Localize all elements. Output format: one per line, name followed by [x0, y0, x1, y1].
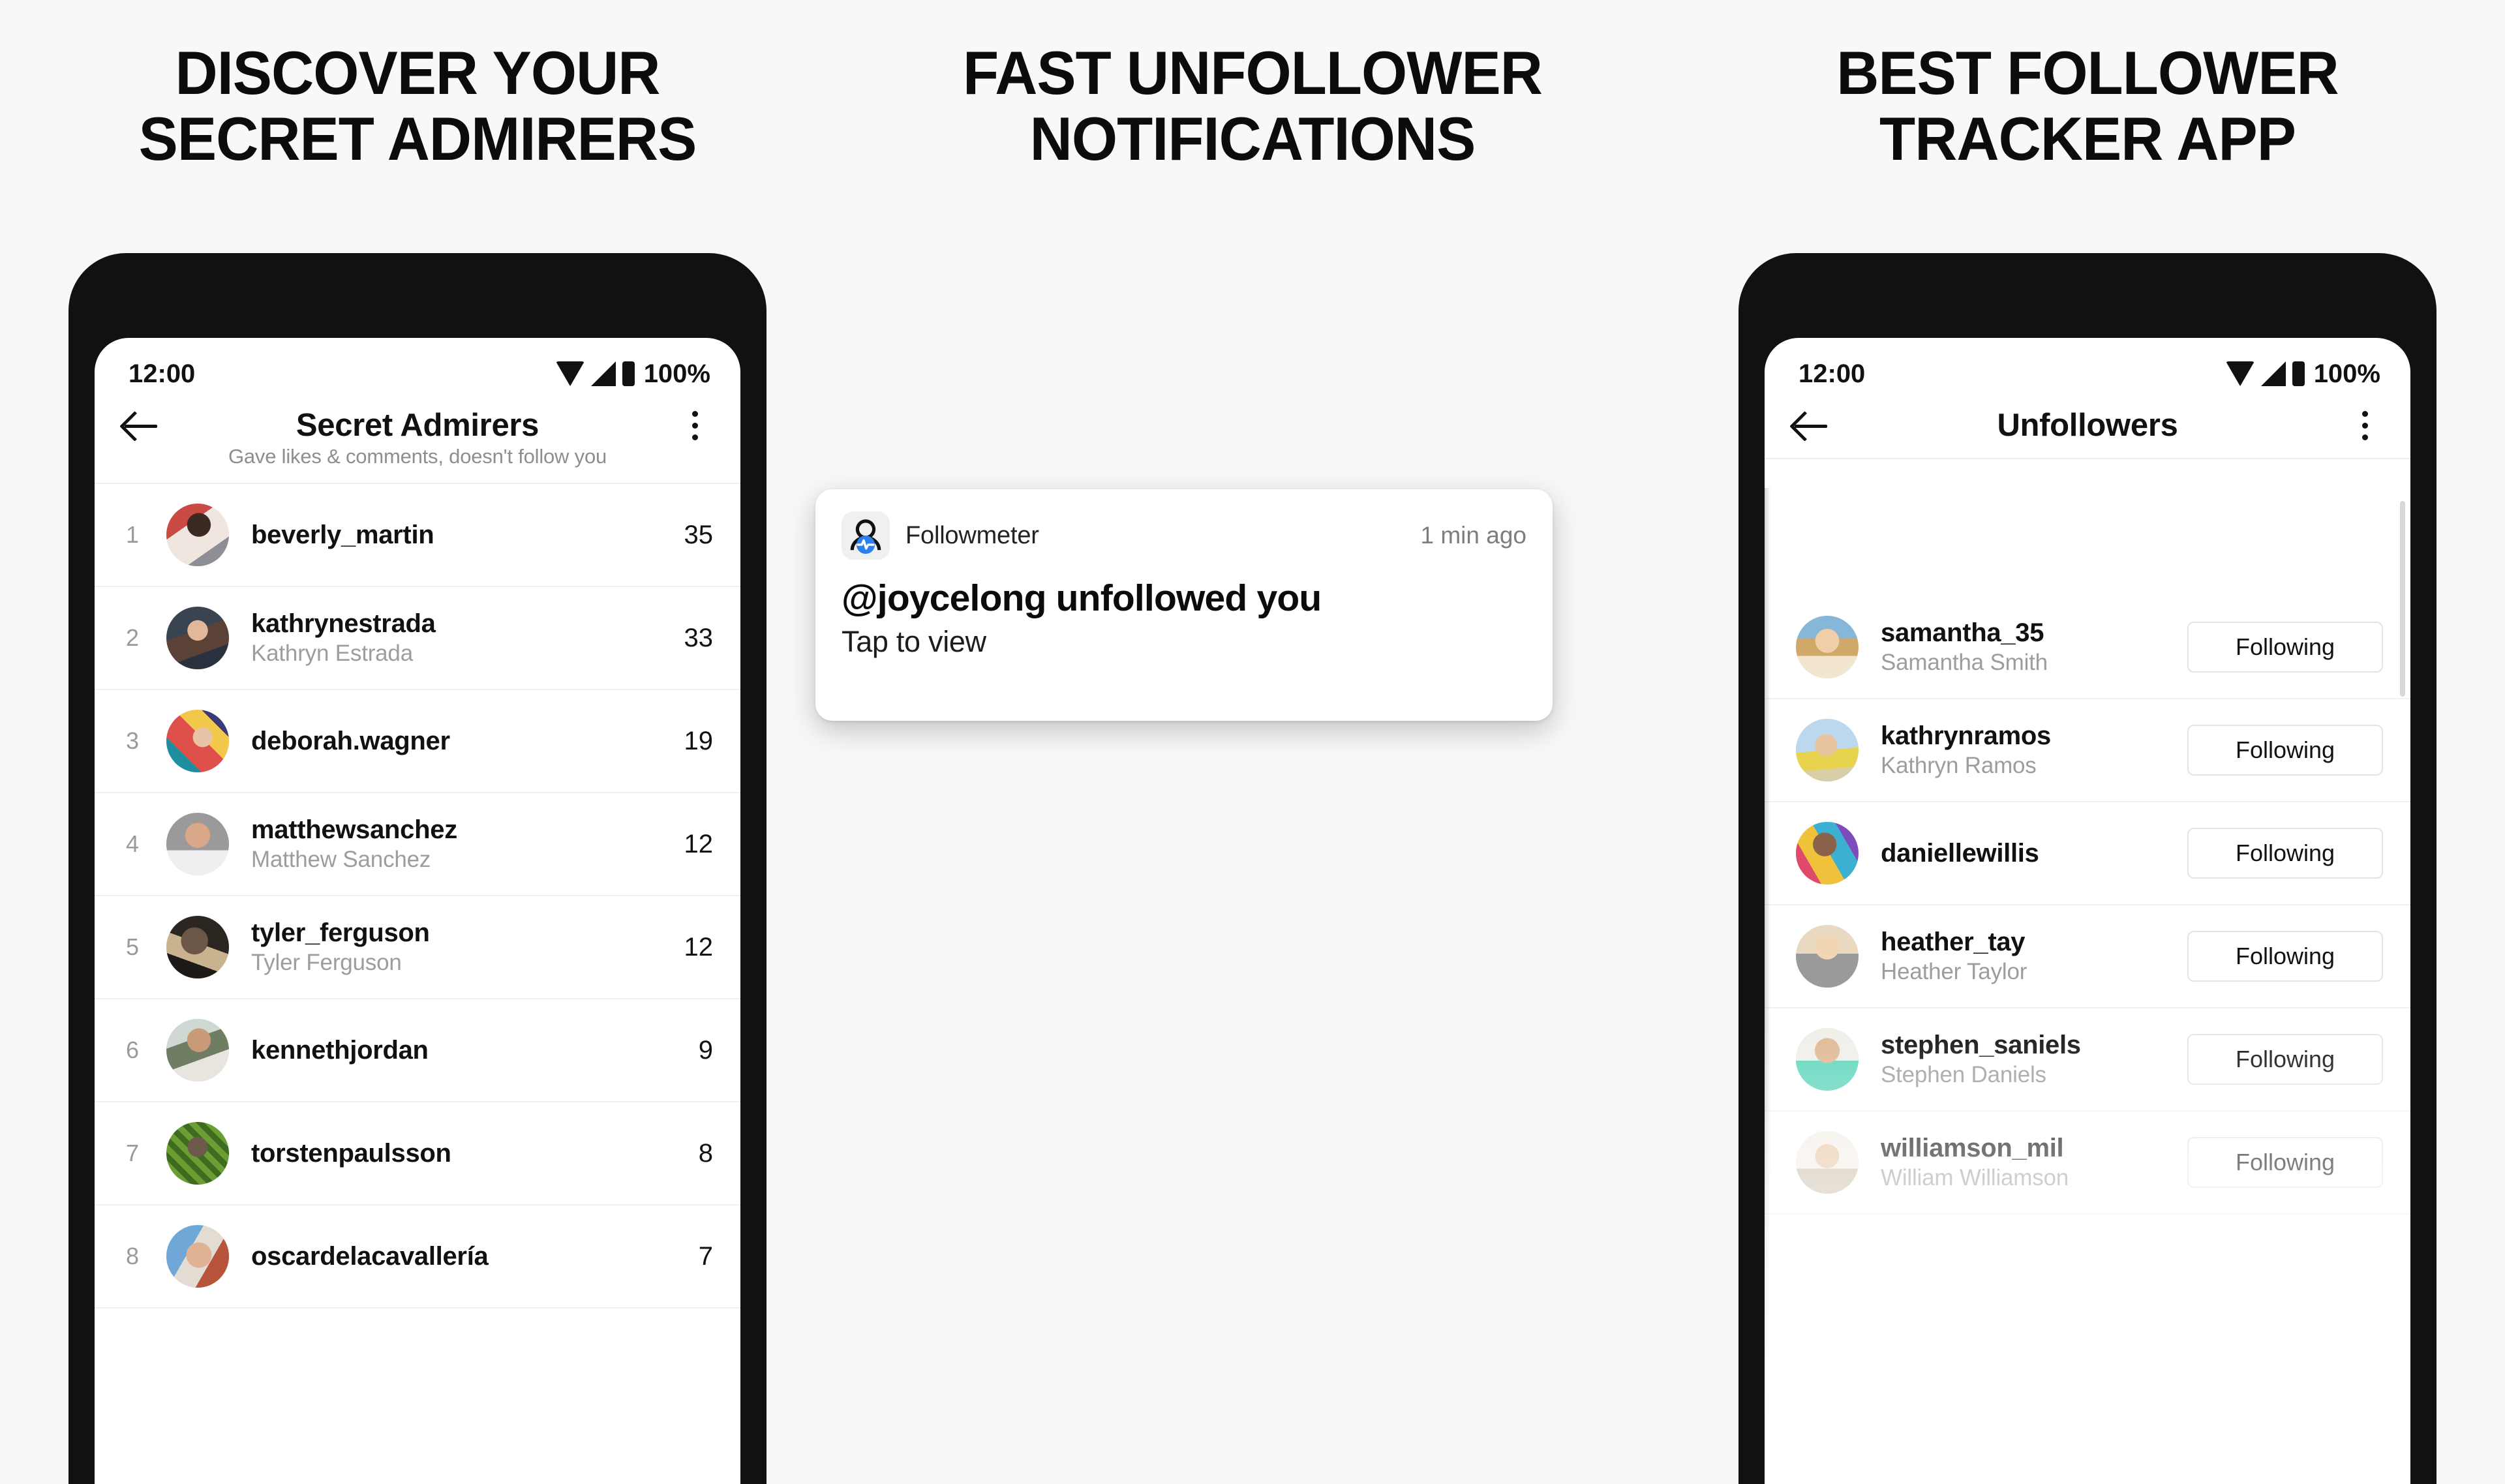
- interaction-count: 12: [684, 829, 714, 858]
- rank-number: 6: [126, 1037, 140, 1063]
- headline-panel-2: FAST UNFOLLOWER NOTIFICATIONS: [852, 40, 1654, 172]
- name-block: matthewsanchez Matthew Sanchez: [251, 815, 667, 873]
- wifi-icon: [555, 361, 584, 386]
- interaction-count: 9: [698, 1035, 713, 1065]
- panel-unfollowers: FAST UNFOLLOWER NOTIFICATIONS 12:00 100%: [815, 0, 2437, 1484]
- page-title: Secret Admirers: [296, 408, 539, 443]
- name-block: torstenpaulsson: [251, 1139, 667, 1168]
- table-row[interactable]: 7 torstenpaulsson 8: [95, 1102, 740, 1205]
- name-block: beverly_martin: [251, 521, 667, 550]
- username: deborah.wagner: [251, 726, 450, 755]
- headline-line-2: SECRET ADMIRERS: [138, 104, 697, 173]
- avatar: [166, 1122, 229, 1185]
- panel-secret-admirers: DISCOVER YOUR SECRET ADMIRERS 12:00 100%: [0, 0, 835, 1484]
- avatar: [166, 504, 229, 566]
- username: tyler_ferguson: [251, 918, 430, 947]
- name-block: kathrynestrada Kathryn Estrada: [251, 609, 667, 667]
- headline-panel-1: DISCOVER YOUR SECRET ADMIRERS: [17, 40, 819, 172]
- panel-follower-tracker: BEST FOLLOWER TRACKER APP 12:00: [1670, 0, 2505, 1484]
- notification-title: @joycelong unfollowed you: [842, 577, 1322, 619]
- notification-app-name: Followmeter: [905, 521, 1039, 549]
- headline-line-2: NOTIFICATIONS: [1029, 104, 1476, 173]
- username: kennethjordan: [251, 1035, 429, 1065]
- notification-subtitle: Tap to view: [842, 625, 986, 658]
- avatar: [166, 607, 229, 669]
- notification-header: Followmeter 1 min ago: [842, 511, 1526, 560]
- table-row[interactable]: 2 kathrynestrada Kathryn Estrada 33: [95, 587, 740, 690]
- table-row[interactable]: 8 oscardelacavallería 7: [95, 1205, 740, 1309]
- headline-panel-3: BEST FOLLOWER TRACKER APP: [1687, 40, 2489, 172]
- headline-line-1: DISCOVER YOUR: [175, 38, 660, 107]
- name-block: tyler_ferguson Tyler Ferguson: [251, 918, 667, 976]
- rank-number: 1: [126, 521, 140, 548]
- avatar: [166, 916, 229, 978]
- scrollbar[interactable]: [2400, 501, 2405, 697]
- fullname: Tyler Ferguson: [251, 950, 402, 975]
- username: beverly_martin: [251, 520, 434, 549]
- marketing-screenshot-stage: DISCOVER YOUR SECRET ADMIRERS 12:00 100%: [0, 0, 2505, 1484]
- avatar: [166, 1225, 229, 1288]
- status-bar-1: 12:00 100%: [95, 338, 740, 401]
- followmeter-app-icon: [842, 511, 890, 560]
- table-row[interactable]: 1 beverly_martin 35: [95, 484, 740, 587]
- rank-number: 3: [126, 727, 140, 754]
- username: torstenpaulsson: [251, 1138, 451, 1168]
- status-icons: 100%: [555, 359, 710, 389]
- rank-number: 4: [126, 830, 140, 857]
- table-row[interactable]: 5 tyler_ferguson Tyler Ferguson 12: [95, 896, 740, 999]
- interaction-count: 33: [684, 623, 714, 652]
- avatar: [166, 813, 229, 875]
- rank-number: 5: [126, 933, 140, 960]
- username: kathrynestrada: [251, 609, 436, 638]
- admirers-list: 1 beverly_martin 35 2 kathrynestrada Kat…: [95, 484, 740, 1309]
- headline-line-1: FAST UNFOLLOWER: [963, 38, 1543, 107]
- battery-percent: 100%: [643, 359, 710, 388]
- avatar: [166, 710, 229, 772]
- interaction-count: 35: [684, 520, 714, 549]
- fullname: Kathryn Estrada: [251, 641, 413, 666]
- page-subtitle: Gave likes & comments, doesn't follow yo…: [228, 445, 607, 468]
- notification-timestamp: 1 min ago: [1420, 522, 1527, 549]
- interaction-count: 8: [698, 1138, 713, 1168]
- name-block: oscardelacavallería: [251, 1242, 667, 1271]
- name-block: kennethjordan: [251, 1036, 667, 1065]
- username: oscardelacavallería: [251, 1241, 489, 1271]
- headline-line-2: TRACKER APP: [1879, 104, 2296, 173]
- interaction-count: 7: [698, 1241, 713, 1271]
- table-row[interactable]: 6 kennethjordan 9: [95, 999, 740, 1102]
- username: matthewsanchez: [251, 815, 457, 844]
- interaction-count: 19: [684, 726, 714, 755]
- status-time: 12:00: [129, 359, 196, 388]
- back-icon[interactable]: [122, 407, 159, 444]
- app-bar-1: Secret Admirers Gave likes & comments, d…: [95, 401, 740, 483]
- push-notification-card[interactable]: Followmeter 1 min ago @joycelong unfollo…: [815, 489, 1553, 721]
- signal-icon: [590, 361, 616, 386]
- name-block: deborah.wagner: [251, 727, 667, 756]
- avatar: [166, 1019, 229, 1082]
- overflow-menu-icon[interactable]: [676, 410, 713, 440]
- phone-screen-1: 12:00 100% Secret Admirers Gave likes & …: [95, 338, 740, 1484]
- table-row[interactable]: 3 deborah.wagner 19: [95, 690, 740, 793]
- fullname: Matthew Sanchez: [251, 847, 431, 872]
- rank-number: 7: [126, 1140, 140, 1166]
- phone-frame-1: 12:00 100% Secret Admirers Gave likes & …: [68, 253, 767, 1484]
- headline-line-1: BEST FOLLOWER: [1836, 38, 2339, 107]
- interaction-count: 12: [684, 932, 714, 962]
- battery-icon: [622, 361, 635, 386]
- rank-number: 8: [126, 1243, 140, 1269]
- table-row[interactable]: 4 matthewsanchez Matthew Sanchez 12: [95, 793, 740, 896]
- rank-number: 2: [126, 624, 140, 651]
